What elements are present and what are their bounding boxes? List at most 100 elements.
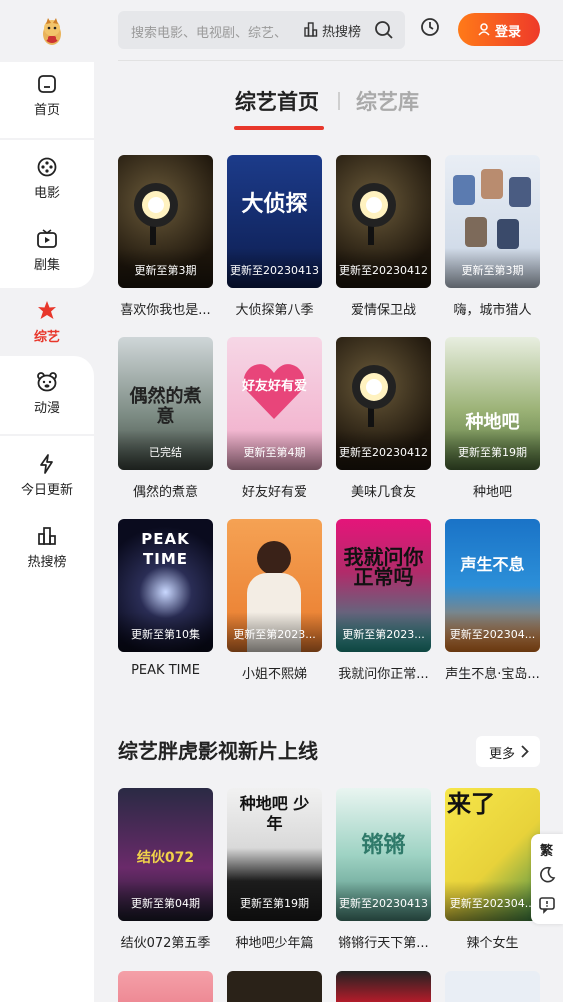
poster-image: 来了 更新至202304...	[445, 788, 540, 921]
login-button[interactable]: 登录	[458, 13, 540, 46]
card-title: 好友好有爱	[241, 485, 307, 500]
card-title: 我就问你正常...	[338, 667, 429, 682]
update-badge: 更新至第19期	[240, 897, 309, 910]
main-content: 搜索电影、电视剧、综艺、 热搜榜 登录 综艺首页 综艺库 更新至第3期 喜欢你我…	[94, 0, 563, 1002]
poster-image: 种地吧 更新至第19期	[445, 337, 540, 470]
poster-image: 锵锵 更新至20230413	[336, 788, 431, 921]
top-bar: 搜索电影、电视剧、综艺、 热搜榜 登录	[94, 0, 563, 60]
nav-block-updates	[0, 436, 94, 1002]
tab-variety-library[interactable]: 综艺库	[356, 86, 419, 116]
tv-icon	[37, 229, 57, 248]
update-badge: 更新至20230412	[339, 446, 428, 459]
sidebar-item-movies[interactable]: 电影	[0, 156, 94, 201]
poster-image	[336, 971, 431, 1002]
search-icon[interactable]	[374, 20, 394, 40]
sidebar-item-anime[interactable]: 动漫	[0, 371, 94, 416]
poster-image: PEAK TIME 更新至第10集	[118, 519, 213, 652]
search-bar[interactable]: 搜索电影、电视剧、综艺、 热搜榜	[118, 11, 405, 49]
tab-variety-home[interactable]: 综艺首页	[235, 86, 319, 116]
hot-search-link[interactable]: 热搜榜	[322, 21, 361, 40]
lightning-icon	[40, 454, 53, 474]
update-badge: 更新至20230413	[230, 264, 319, 277]
card-title: 种地吧	[472, 485, 512, 500]
home-icon	[38, 75, 56, 93]
sidebar: 首页 电影 剧集 综艺 动漫 今日更新 热搜榜	[0, 0, 94, 1002]
card-title: 锵锵行天下第...	[338, 936, 429, 951]
poster-image: 好友好有爱 更新至第4期	[227, 337, 322, 470]
poster-image: 大侦探 更新至20230413	[227, 155, 322, 288]
bear-icon	[37, 372, 57, 392]
update-badge: 更新至第4期	[243, 446, 306, 459]
login-label: 登录	[495, 25, 522, 40]
film-reel-icon	[37, 157, 57, 177]
poster-image: 结伙072 更新至第04期	[118, 788, 213, 921]
spotlight-icon	[352, 183, 396, 245]
poster-image	[445, 971, 540, 1002]
sidebar-item-label: 热搜榜	[27, 555, 67, 570]
search-input[interactable]: 搜索电影、电视剧、综艺、	[131, 22, 287, 41]
sidebar-item-label: 首页	[33, 103, 60, 118]
card-title: 偶然的煮意	[132, 485, 198, 500]
sidebar-item-label: 今日更新	[20, 483, 73, 498]
more-button[interactable]: 更多	[476, 736, 540, 767]
poster-text: 来了	[447, 790, 495, 818]
traditional-chinese-toggle[interactable]: 繁	[540, 840, 553, 859]
update-badge: 更新至第2023...	[342, 628, 425, 641]
update-badge: 已完结	[149, 446, 182, 459]
history-clock-icon[interactable]	[420, 17, 440, 37]
poster-image: 更新至第3期	[445, 155, 540, 288]
poster-text: 偶然的煮意	[129, 386, 202, 427]
update-badge: 更新至第10集	[131, 628, 200, 641]
sidebar-item-hot-search[interactable]: 热搜榜	[0, 525, 94, 570]
poster-image: 种地吧 少年 更新至第19期	[227, 788, 322, 921]
poster-image: 更新至20230412	[336, 155, 431, 288]
card-title: 辣个女生	[466, 936, 519, 951]
poster-image: 我就问你正常吗 更新至第2023...	[336, 519, 431, 652]
card-title: 喜欢你我也是...	[120, 303, 211, 318]
chevron-right-icon	[521, 745, 529, 758]
poster-image: 更新至第2023...	[227, 519, 322, 652]
floating-tools: 繁	[531, 834, 563, 924]
update-badge: 更新至第3期	[134, 264, 197, 277]
active-tab-indicator	[234, 126, 324, 130]
section-title: 综艺胖虎影视新片上线	[118, 739, 318, 763]
more-label: 更多	[489, 747, 516, 762]
card-title: 结伙072第五季	[120, 936, 211, 951]
poster-text: 锵锵	[361, 833, 406, 858]
sidebar-item-label: 动漫	[33, 401, 60, 416]
spotlight-icon	[134, 183, 178, 245]
user-icon	[478, 23, 490, 36]
sidebar-item-home[interactable]: 首页	[0, 73, 94, 118]
update-badge: 更新至20230413	[339, 897, 428, 910]
sidebar-item-label: 剧集	[33, 258, 60, 273]
poster-image: 更新至第3期	[118, 155, 213, 288]
poster-image: 更新至20230412	[336, 337, 431, 470]
chart-icon	[38, 527, 56, 545]
poster-text: 种地吧 少年	[239, 794, 310, 833]
poster-text: 结伙072	[136, 850, 195, 866]
sidebar-item-today-updates[interactable]: 今日更新	[0, 453, 94, 498]
star-icon	[38, 301, 56, 319]
poster-text: 我就问你正常吗	[343, 545, 424, 589]
sidebar-item-variety[interactable]: 综艺	[0, 300, 94, 345]
tiger-logo-icon[interactable]	[38, 14, 66, 48]
poster-text: 声生不息	[460, 555, 525, 574]
hot-chart-icon	[304, 22, 318, 37]
spotlight-icon	[352, 365, 396, 427]
poster-text: PEAK TIME	[141, 530, 190, 568]
update-badge: 更新至第2023...	[233, 628, 316, 641]
poster-text: 好友好有爱	[241, 379, 307, 394]
update-badge: 更新至第3期	[461, 264, 524, 277]
update-badge: 更新至202304...	[449, 628, 536, 641]
sidebar-item-series[interactable]: 剧集	[0, 228, 94, 273]
tab-separator	[338, 92, 340, 110]
poster-image: 声生不息 更新至202304...	[445, 519, 540, 652]
poster-text: 大侦探	[241, 192, 308, 217]
moon-icon[interactable]	[538, 866, 556, 884]
tab-bar: 综艺首页 综艺库	[94, 82, 563, 132]
card-title: PEAK TIME	[131, 663, 200, 678]
card-title: 美味几食友	[350, 485, 416, 500]
feedback-icon[interactable]	[538, 896, 556, 914]
update-badge: 更新至20230412	[339, 264, 428, 277]
card-title: 小姐不熙娣	[241, 667, 307, 682]
